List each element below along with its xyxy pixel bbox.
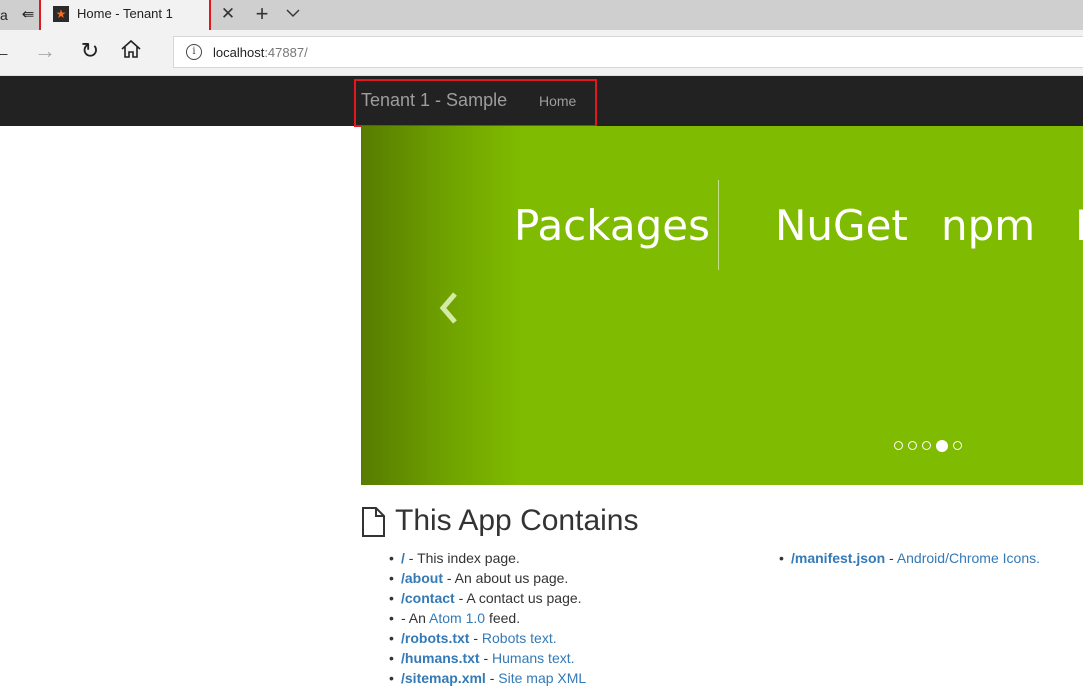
list-item: /about - An about us page. <box>389 568 586 588</box>
tab-list-chevron-down-icon[interactable] <box>283 3 303 25</box>
separator: - <box>885 550 897 566</box>
slide-item-npm: npm <box>941 201 1036 250</box>
partial-tab-label[interactable]: a <box>0 7 8 23</box>
list-item: /sitemap.xml - Site map XML <box>389 668 586 688</box>
slide-item-partial: B <box>1075 201 1083 250</box>
browser-toolbar: ← → ↻ i localhost:47887/ <box>0 30 1083 76</box>
back-arrow-icon[interactable]: ← <box>0 38 14 64</box>
list-item: - An Atom 1.0 feed. <box>389 608 586 628</box>
contents-list-right: /manifest.json - Android/Chrome Icons. <box>779 548 1040 568</box>
carousel-indicator-dot[interactable] <box>922 441 931 451</box>
contents-list-left: / - This index page. /about - An about u… <box>389 548 586 688</box>
carousel-indicator-dot[interactable] <box>894 441 903 451</box>
url-text: localhost:47887/ <box>213 45 308 60</box>
slide-divider <box>718 180 719 270</box>
tabs-aside-icon[interactable]: ⇚ <box>18 6 38 24</box>
item-description: An about us page. <box>454 570 569 586</box>
carousel-indicators <box>894 437 967 452</box>
robots-text-link[interactable]: Robots text. <box>482 630 557 646</box>
carousel-previous-chevron-left-icon[interactable] <box>435 290 465 330</box>
item-description: A contact us page. <box>466 590 582 606</box>
separator: - <box>454 590 467 606</box>
path-link[interactable]: /contact <box>401 590 455 606</box>
atom-feed-link[interactable]: Atom 1.0 <box>429 610 485 626</box>
separator: - <box>479 650 493 666</box>
separator: - <box>443 570 455 586</box>
url-port: :47887/ <box>264 45 308 60</box>
list-item: /humans.txt - Humans text. <box>389 648 586 668</box>
separator: - <box>485 670 499 686</box>
slide-item-nuget: NuGet <box>775 201 908 250</box>
path-link[interactable]: /humans.txt <box>401 650 480 666</box>
path-link[interactable]: /manifest.json <box>791 550 885 566</box>
item-suffix: feed. <box>485 610 521 626</box>
address-bar[interactable]: i localhost:47887/ <box>173 36 1083 68</box>
path-link[interactable]: /sitemap.xml <box>401 670 486 686</box>
carousel: Packages NuGet npm B <box>361 126 1083 485</box>
close-tab-icon[interactable]: ✕ <box>218 4 238 24</box>
tab-title: Home - Tenant 1 <box>77 6 173 21</box>
forward-arrow-icon[interactable]: → <box>33 38 57 64</box>
list-item: / - This index page. <box>389 548 586 568</box>
item-prefix: - An <box>401 610 430 626</box>
site-info-icon[interactable]: i <box>186 44 202 60</box>
carousel-indicator-dot[interactable] <box>953 441 962 451</box>
slide-title: Packages <box>514 201 710 250</box>
refresh-icon[interactable]: ↻ <box>78 38 102 64</box>
path-link[interactable]: /about <box>401 570 443 586</box>
browser-tab-strip: a ⇚ ★ Home - Tenant 1 ✕ + <box>0 0 1083 32</box>
list-item: /contact - A contact us page. <box>389 588 586 608</box>
humans-text-link[interactable]: Humans text. <box>492 650 574 666</box>
navbar-highlight-annotation <box>354 79 597 127</box>
section-title: This App Contains <box>395 504 639 537</box>
sitemap-link[interactable]: Site map XML <box>498 670 586 686</box>
manifest-link[interactable]: Android/Chrome Icons. <box>897 550 1040 566</box>
carousel-indicator-dot[interactable] <box>936 439 948 452</box>
home-icon[interactable] <box>120 38 146 64</box>
carousel-indicator-dot[interactable] <box>908 441 917 451</box>
separator: - <box>404 550 418 566</box>
new-tab-icon[interactable]: + <box>250 2 274 26</box>
path-link[interactable]: /robots.txt <box>401 630 469 646</box>
list-item: /manifest.json - Android/Chrome Icons. <box>779 548 1040 568</box>
item-description: This index page. <box>417 550 520 566</box>
url-host: localhost <box>213 45 265 60</box>
separator: - <box>469 630 482 646</box>
file-icon <box>361 507 385 537</box>
list-item: /robots.txt - Robots text. <box>389 628 586 648</box>
site-favicon-icon: ★ <box>53 6 69 22</box>
